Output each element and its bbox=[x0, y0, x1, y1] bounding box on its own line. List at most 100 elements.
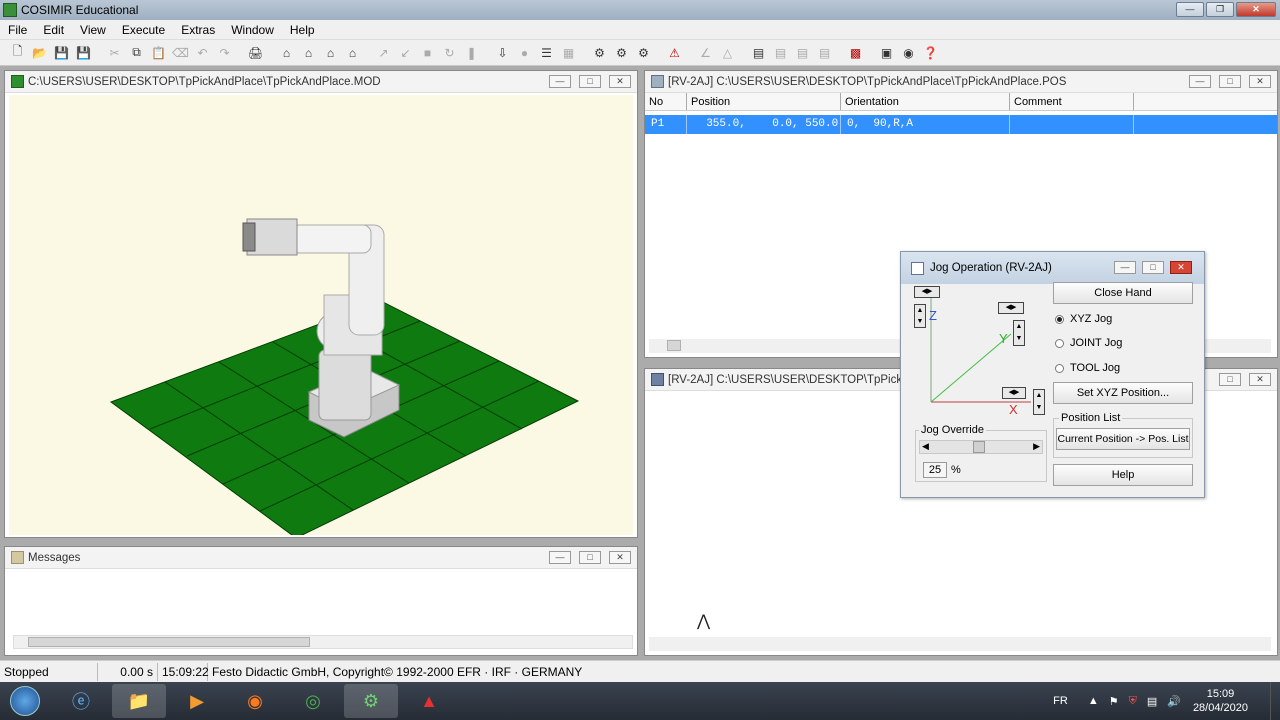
volume-icon[interactable]: 🔊 bbox=[1167, 695, 1181, 708]
pos-maximize-button[interactable]: □ bbox=[1219, 75, 1241, 88]
robot-home-icon[interactable]: ⌂ bbox=[277, 43, 296, 62]
robot-home2-icon[interactable]: ⌂ bbox=[299, 43, 318, 62]
program-horizontal-scrollbar[interactable] bbox=[649, 637, 1271, 651]
shield-icon[interactable]: ⛨ bbox=[1129, 695, 1137, 708]
robot-run-icon[interactable]: ⌂ bbox=[343, 43, 362, 62]
set-xyz-position-button[interactable]: Set XYZ Position... bbox=[1053, 382, 1193, 404]
io2-icon[interactable]: ▤ bbox=[771, 43, 790, 62]
minimize-button[interactable]: — bbox=[1176, 2, 1204, 17]
alarm-icon[interactable]: ⚠ bbox=[665, 43, 684, 62]
z-minus-plus[interactable]: ▲ ▼ bbox=[914, 304, 926, 328]
model-maximize-button[interactable]: □ bbox=[579, 75, 601, 88]
model-close-button[interactable]: ✕ bbox=[609, 75, 631, 88]
step-back-icon[interactable]: ↙ bbox=[396, 43, 415, 62]
flag-icon[interactable]: ⚑ bbox=[1109, 695, 1119, 708]
maximize-button[interactable]: ❐ bbox=[1206, 2, 1234, 17]
clock[interactable]: 15:09 28/04/2020 bbox=[1193, 687, 1248, 715]
messages-scroll-thumb[interactable] bbox=[28, 637, 310, 647]
redo-icon[interactable]: ↷ bbox=[215, 43, 234, 62]
sphere-icon[interactable]: ● bbox=[515, 43, 534, 62]
list-icon[interactable]: ☰ bbox=[537, 43, 556, 62]
internet-explorer-icon[interactable]: ⓔ bbox=[54, 684, 108, 718]
pos-close-button[interactable]: ✕ bbox=[1249, 75, 1271, 88]
slider-thumb[interactable] bbox=[973, 441, 985, 453]
measure-icon[interactable]: ∠ bbox=[696, 43, 715, 62]
open-folder-icon[interactable]: 📂 bbox=[30, 43, 49, 62]
messages-scrollbar[interactable] bbox=[13, 635, 633, 649]
network-icon[interactable]: ▤ bbox=[1147, 695, 1157, 708]
undo-icon[interactable]: ↶ bbox=[193, 43, 212, 62]
help-pointer-icon[interactable]: ❓ bbox=[921, 43, 940, 62]
menu-extras[interactable]: Extras bbox=[173, 23, 223, 37]
messages-maximize-button[interactable]: □ bbox=[579, 551, 601, 564]
close-button[interactable]: ✕ bbox=[1236, 2, 1276, 17]
menu-file[interactable]: File bbox=[0, 23, 35, 37]
close-hand-button[interactable]: Close Hand bbox=[1053, 282, 1193, 304]
z-axis-arrows[interactable]: ◀▶ bbox=[914, 286, 940, 298]
cosimir-taskbar-icon[interactable]: ⚙ bbox=[344, 684, 398, 718]
col-position[interactable]: Position bbox=[687, 93, 841, 110]
3d-viewport[interactable] bbox=[9, 95, 633, 539]
menu-edit[interactable]: Edit bbox=[35, 23, 72, 37]
messages-minimize-button[interactable]: — bbox=[549, 551, 571, 564]
help-button[interactable]: Help bbox=[1053, 464, 1193, 486]
start-button[interactable] bbox=[0, 684, 50, 718]
menu-help[interactable]: Help bbox=[282, 23, 323, 37]
grid-window-icon[interactable]: ▩ bbox=[846, 43, 865, 62]
file-explorer-icon[interactable]: 📁 bbox=[112, 684, 166, 718]
xyz-jog-radio[interactable]: XYZ Jog bbox=[1055, 313, 1112, 325]
pos-minimize-button[interactable]: — bbox=[1189, 75, 1211, 88]
download-icon[interactable]: ⇩ bbox=[493, 43, 512, 62]
joint-jog-radio[interactable]: JOINT Jog bbox=[1055, 337, 1122, 349]
show-desktop-button[interactable] bbox=[1270, 682, 1280, 720]
robot-move-icon[interactable]: ⌂ bbox=[321, 43, 340, 62]
model-minimize-button[interactable]: — bbox=[549, 75, 571, 88]
slider-left-arrow-icon[interactable]: ◀ bbox=[922, 441, 929, 452]
media-player-icon[interactable]: ▶ bbox=[170, 684, 224, 718]
reset-icon[interactable]: ↻ bbox=[440, 43, 459, 62]
acrobat-icon[interactable]: ▲ bbox=[402, 684, 456, 718]
copy-icon[interactable]: ⧉ bbox=[127, 43, 146, 62]
grid-icon[interactable]: ▦ bbox=[559, 43, 578, 62]
io-icon[interactable]: ▤ bbox=[749, 43, 768, 62]
y-minus-plus[interactable]: ▲ ▼ bbox=[1013, 320, 1025, 346]
program-maximize-button[interactable]: □ bbox=[1219, 373, 1241, 386]
save-all-icon[interactable]: 💾 bbox=[74, 43, 93, 62]
messages-close-button[interactable]: ✕ bbox=[609, 551, 631, 564]
tool-jog-radio[interactable]: TOOL Jog bbox=[1055, 362, 1120, 374]
triangle-icon[interactable]: △ bbox=[718, 43, 737, 62]
jog-close-button[interactable]: ✕ bbox=[1170, 261, 1192, 274]
jog-minimize-button[interactable]: — bbox=[1114, 261, 1136, 274]
show-hidden-icons-icon[interactable]: ▲ bbox=[1088, 695, 1099, 707]
language-indicator[interactable]: FR bbox=[1053, 695, 1068, 707]
delete-icon[interactable]: ⌫ bbox=[171, 43, 190, 62]
new-file-icon[interactable]: 🗋 bbox=[8, 43, 27, 62]
jog-override-slider[interactable]: ◀ ▶ bbox=[919, 440, 1043, 454]
step-icon[interactable]: ↗ bbox=[374, 43, 393, 62]
paste-icon[interactable]: 📋 bbox=[149, 43, 168, 62]
save-icon[interactable]: 💾 bbox=[52, 43, 71, 62]
window-icon[interactable]: ▣ bbox=[877, 43, 896, 62]
jog-maximize-button[interactable]: □ bbox=[1142, 261, 1164, 274]
program-close-button[interactable]: ✕ bbox=[1249, 373, 1271, 386]
camera-icon[interactable]: ◉ bbox=[899, 43, 918, 62]
col-no[interactable]: No bbox=[645, 93, 687, 110]
menu-view[interactable]: View bbox=[72, 23, 114, 37]
menu-window[interactable]: Window bbox=[223, 23, 282, 37]
x-minus-plus[interactable]: ▲ ▼ bbox=[1033, 389, 1045, 415]
chrome-icon[interactable]: ◎ bbox=[286, 684, 340, 718]
cut-icon[interactable]: ✂ bbox=[105, 43, 124, 62]
robot-icon-2[interactable]: ⚙ bbox=[612, 43, 631, 62]
y-axis-arrows[interactable]: ◀▶ bbox=[998, 302, 1024, 314]
io4-icon[interactable]: ▤ bbox=[815, 43, 834, 62]
io3-icon[interactable]: ▤ bbox=[793, 43, 812, 62]
x-axis-arrows[interactable]: ◀▶ bbox=[1002, 387, 1026, 399]
col-orientation[interactable]: Orientation bbox=[841, 93, 1010, 110]
jog-override-value[interactable]: 25 bbox=[923, 462, 947, 478]
robot-icon-1[interactable]: ⚙ bbox=[590, 43, 609, 62]
pause-icon[interactable]: ❚ bbox=[462, 43, 481, 62]
print-icon[interactable]: 🖨 bbox=[246, 43, 265, 62]
stop-icon[interactable]: ■ bbox=[418, 43, 437, 62]
pos-scroll-thumb[interactable] bbox=[667, 340, 681, 351]
current-position-to-list-button[interactable]: Current Position -> Pos. List bbox=[1056, 428, 1190, 450]
